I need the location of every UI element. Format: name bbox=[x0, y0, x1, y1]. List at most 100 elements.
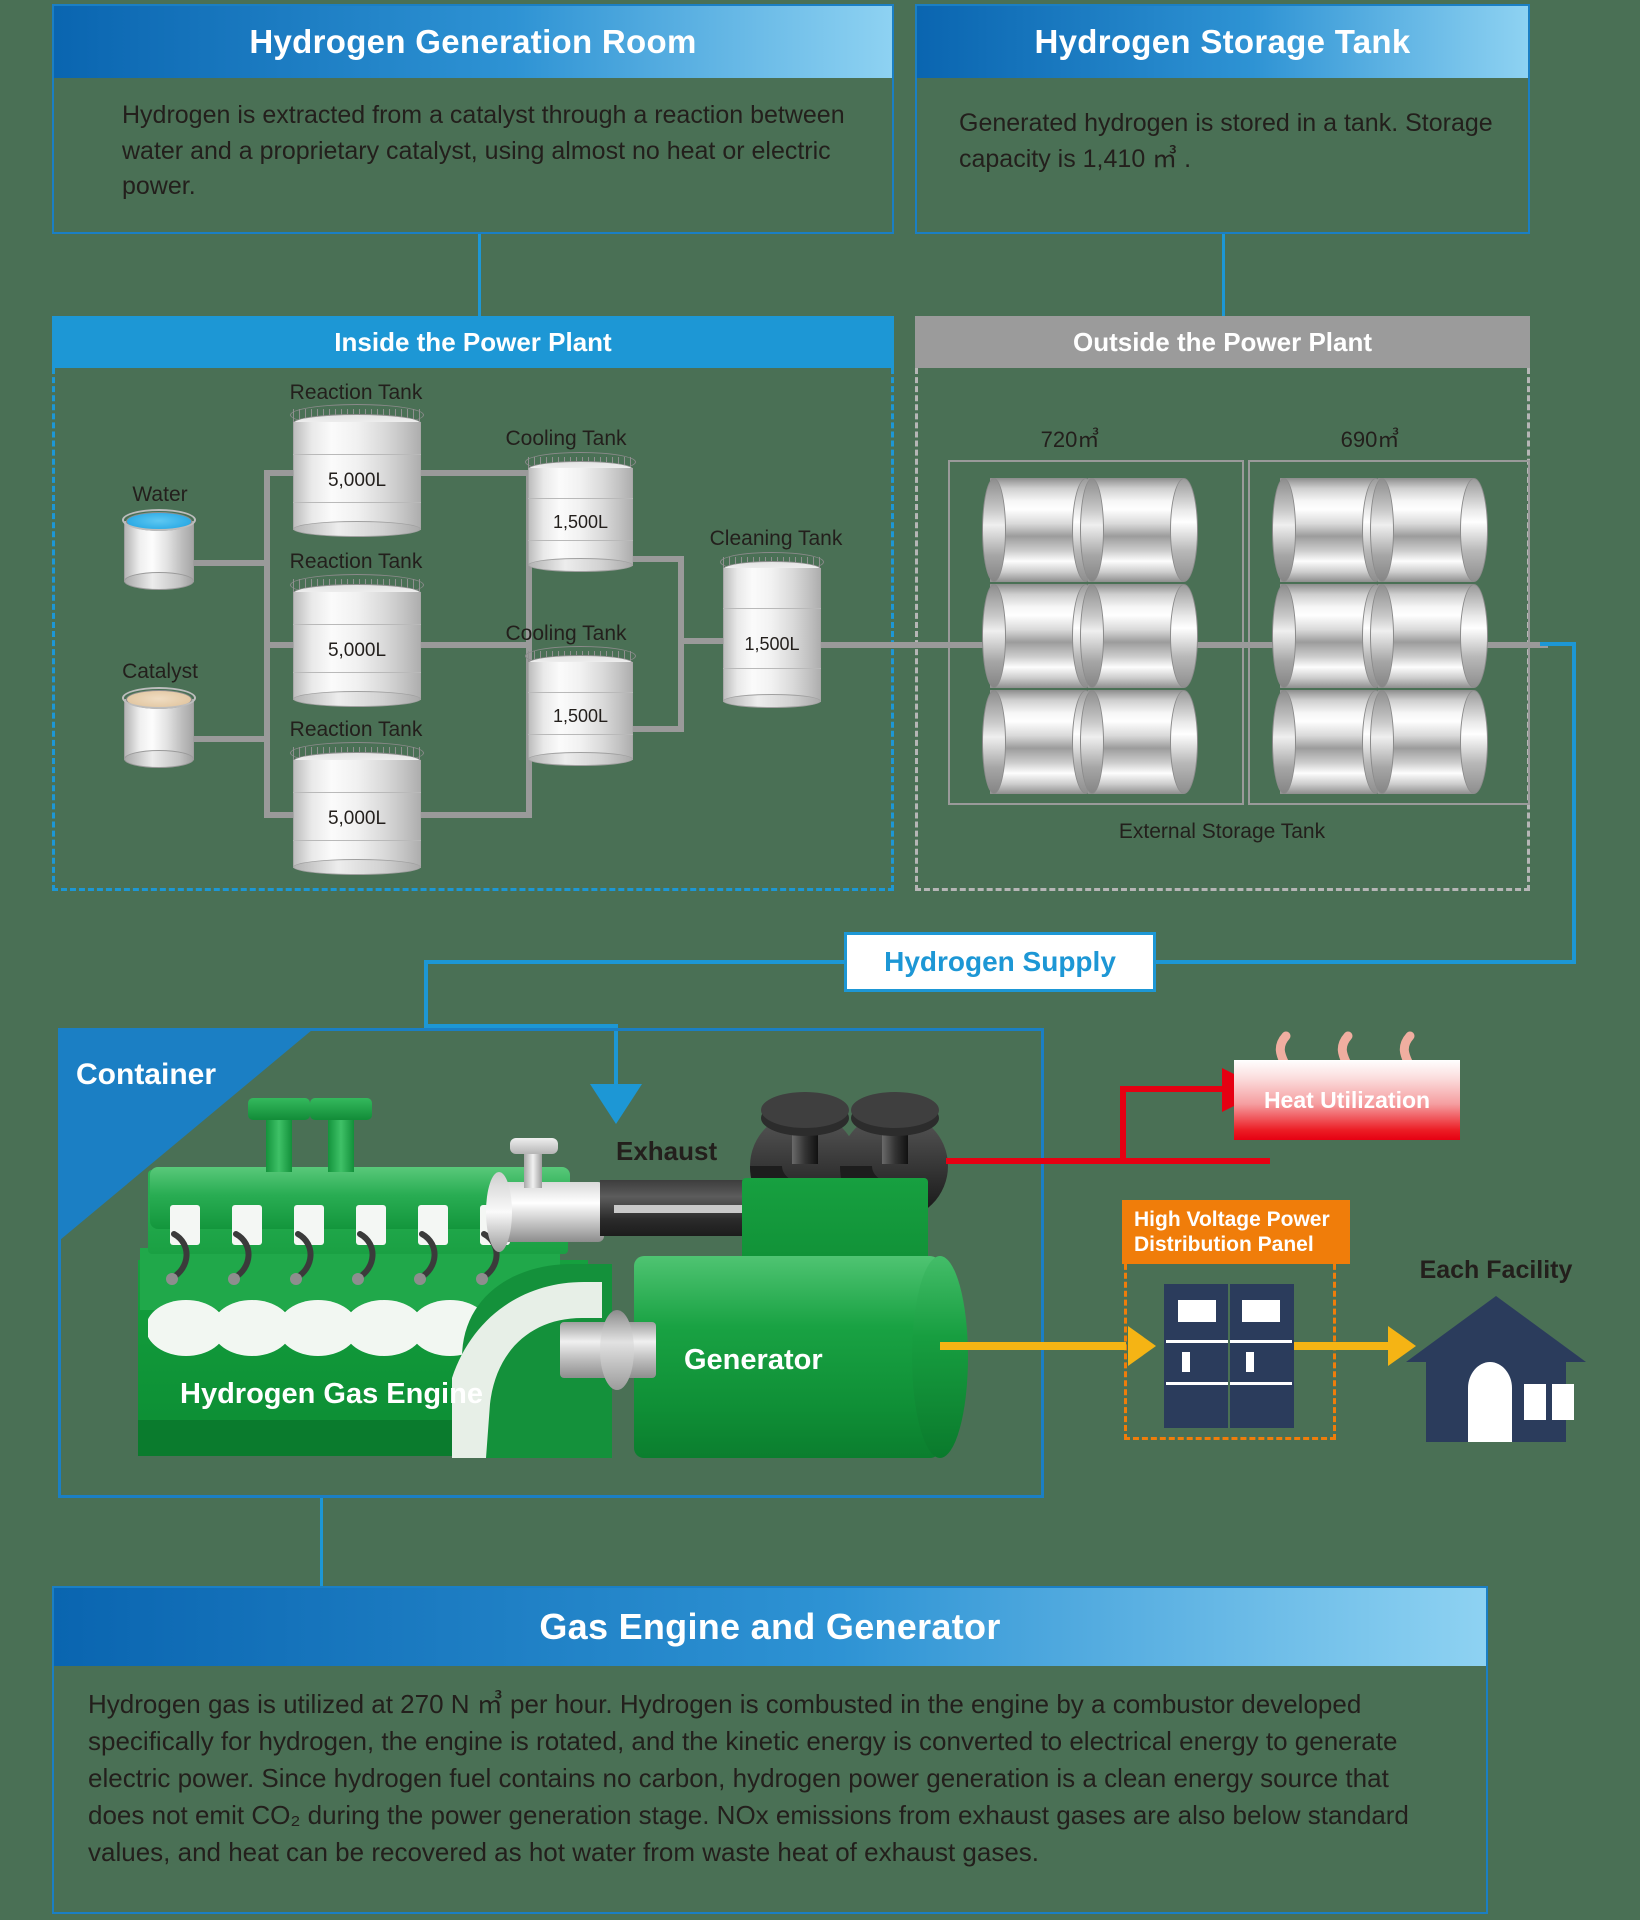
cyl-cap-left bbox=[982, 478, 1006, 582]
supply-pipe-horizontal-left bbox=[424, 960, 844, 964]
drum-catalyst bbox=[122, 687, 196, 768]
panel-door-gap bbox=[1228, 1284, 1230, 1428]
label-catalyst: Catalyst bbox=[122, 660, 198, 683]
tank-reaction-1-band-b bbox=[293, 502, 421, 503]
tank-cooling-2-band-a bbox=[528, 692, 633, 693]
facility-house-icon bbox=[1406, 1296, 1586, 1442]
tank-reaction-1-bottom bbox=[293, 521, 421, 537]
hv-panel-line2: Distribution Panel bbox=[1134, 1232, 1314, 1256]
tank-cleaning-bottom bbox=[723, 694, 821, 708]
generator-end-bell bbox=[912, 1256, 968, 1458]
tank-reaction-1-band-a bbox=[293, 454, 421, 455]
tank-reaction-2-band-b bbox=[293, 672, 421, 673]
drum-catalyst-bottom bbox=[124, 750, 194, 768]
tank-cooling-1-bottom bbox=[528, 558, 633, 572]
label-cleaning-tank: Cleaning Tank bbox=[709, 527, 843, 550]
panel-body-gas-engine: Hydrogen gas is utilized at 270 N ㎥ per … bbox=[88, 1689, 1409, 1867]
panel-title-gas-engine: Gas Engine and Generator bbox=[54, 1588, 1486, 1666]
supply-pipe-horizontal-right bbox=[1156, 960, 1576, 964]
supply-pipe-from-bank bbox=[1540, 642, 1576, 646]
tank-cleaning-band-a bbox=[723, 608, 821, 609]
tank-cooling-2-band-b bbox=[528, 734, 633, 735]
panel-handle-right bbox=[1246, 1352, 1254, 1372]
section-bar-outside-plant: Outside the Power Plant bbox=[915, 316, 1530, 368]
cyl-cap-left bbox=[982, 584, 1006, 688]
panel-meter-right bbox=[1242, 1300, 1280, 1322]
cyl-cap-left bbox=[1080, 690, 1104, 794]
tank-reaction-1-volume: 5,000L bbox=[327, 470, 387, 491]
pipe-clean-in bbox=[678, 638, 724, 644]
cyl-cap-right bbox=[1460, 584, 1488, 688]
tank-reaction-3-band-a bbox=[293, 792, 421, 793]
storage-cylinder-R-r1-c2 bbox=[1370, 478, 1488, 582]
panel-hydrogen-generation-room: Hydrogen Generation Room Hydrogen is ext… bbox=[52, 4, 894, 234]
pipe-catalyst-out bbox=[186, 736, 270, 742]
power-line-panel-to-facility bbox=[1294, 1342, 1394, 1350]
cyl-cap-left bbox=[1080, 478, 1104, 582]
tank-reaction-2-band-a bbox=[293, 624, 421, 625]
hv-panel-line1: High Voltage Power bbox=[1134, 1208, 1330, 1231]
tank-reaction-3-bottom bbox=[293, 859, 421, 875]
heat-pipe-vertical bbox=[1120, 1086, 1126, 1164]
storage-cylinder-L-r2-c2 bbox=[1080, 584, 1198, 688]
heat-utilization-box: Heat Utilization bbox=[1234, 1060, 1460, 1140]
exhaust-standpipe bbox=[524, 1148, 542, 1188]
cyl-cap-right bbox=[1460, 690, 1488, 794]
connector-container-to-bottom-panel bbox=[320, 1498, 323, 1586]
heat-pipe-to-box bbox=[1120, 1086, 1238, 1092]
chip-hydrogen-supply: Hydrogen Supply bbox=[844, 932, 1156, 992]
tank-cooling-2-volume: 1,500L bbox=[552, 706, 609, 726]
panel-hydrogen-storage-tank: Hydrogen Storage Tank Generated hydrogen… bbox=[915, 4, 1530, 234]
tank-cooling-2-bottom bbox=[528, 752, 633, 766]
engine-intake-stack-1-cap bbox=[248, 1098, 310, 1120]
heat-pipe-from-turbo bbox=[946, 1158, 1270, 1164]
engine-intake-stack-2-cap bbox=[310, 1098, 372, 1120]
storage-cylinder-R-r3-c2 bbox=[1370, 690, 1488, 794]
pipe-clean-bus bbox=[678, 556, 684, 732]
pipe-reaction1-out bbox=[420, 470, 532, 476]
cyl-cap-left bbox=[982, 690, 1006, 794]
label-reaction-tank-1: Reaction Tank bbox=[289, 381, 423, 404]
panel-gas-engine-and-generator: Gas Engine and Generator Hydrogen gas is… bbox=[52, 1586, 1488, 1914]
storage-cylinder-L-r1-c2 bbox=[1080, 478, 1198, 582]
cyl-cap-left bbox=[1272, 690, 1296, 794]
exhaust-flange-disc bbox=[486, 1172, 512, 1252]
panel-handle-left bbox=[1182, 1352, 1190, 1372]
engine-label: Hydrogen Gas Engine bbox=[180, 1378, 483, 1410]
connector-storage-to-outside bbox=[1222, 234, 1225, 318]
cyl-cap-right bbox=[1170, 478, 1198, 582]
tank-cooling-1-band-a bbox=[528, 498, 633, 499]
label-reaction-tank-3: Reaction Tank bbox=[289, 718, 423, 741]
pipe-reaction3-out bbox=[420, 812, 532, 818]
label-bank-left-capacity: 720㎥ bbox=[1040, 427, 1100, 452]
tank-cooling-1-volume: 1,500L bbox=[552, 512, 609, 532]
tank-reaction-2-volume: 5,000L bbox=[327, 640, 387, 661]
drum-catalyst-rim bbox=[122, 687, 196, 709]
label-bank-right-capacity: 690㎥ bbox=[1340, 427, 1400, 452]
label-water: Water bbox=[132, 483, 188, 506]
panel-title-generation-room: Hydrogen Generation Room bbox=[54, 6, 892, 78]
panel-body-storage-tank: Generated hydrogen is stored in a tank. … bbox=[959, 109, 1493, 173]
cyl-cap-left bbox=[1272, 478, 1296, 582]
section-bar-inside-plant: Inside the Power Plant bbox=[52, 316, 894, 368]
caption-external-storage-tank: External Storage Tank bbox=[1118, 820, 1326, 843]
exhaust-standpipe-cap bbox=[510, 1138, 558, 1154]
tank-reaction-3: 5,000L bbox=[290, 742, 424, 875]
drum-water bbox=[122, 509, 196, 590]
storage-cylinder-R-r2-c2 bbox=[1370, 584, 1488, 688]
supply-pipe-right-vertical bbox=[1572, 642, 1576, 962]
panel-meter-left bbox=[1178, 1300, 1216, 1322]
facility-label: Each Facility bbox=[1419, 1256, 1573, 1284]
diagram-canvas: Hydrogen Generation Room Hydrogen is ext… bbox=[0, 0, 1640, 1920]
storage-cylinder-L-r3-c2 bbox=[1080, 690, 1198, 794]
cyl-cap-left bbox=[1370, 478, 1394, 582]
panel-title-storage-tank: Hydrogen Storage Tank bbox=[917, 6, 1528, 78]
cyl-cap-left bbox=[1080, 584, 1104, 688]
cyl-cap-right bbox=[1170, 584, 1198, 688]
generator-coupling-collar bbox=[600, 1310, 634, 1390]
tank-cleaning: 1,500L bbox=[720, 552, 824, 708]
label-cooling-tank-2: Cooling Tank bbox=[505, 622, 627, 645]
label-cooling-tank-1: Cooling Tank bbox=[505, 427, 627, 450]
tank-cooling-1: 1,500L bbox=[525, 452, 636, 572]
cyl-cap-right bbox=[1460, 478, 1488, 582]
